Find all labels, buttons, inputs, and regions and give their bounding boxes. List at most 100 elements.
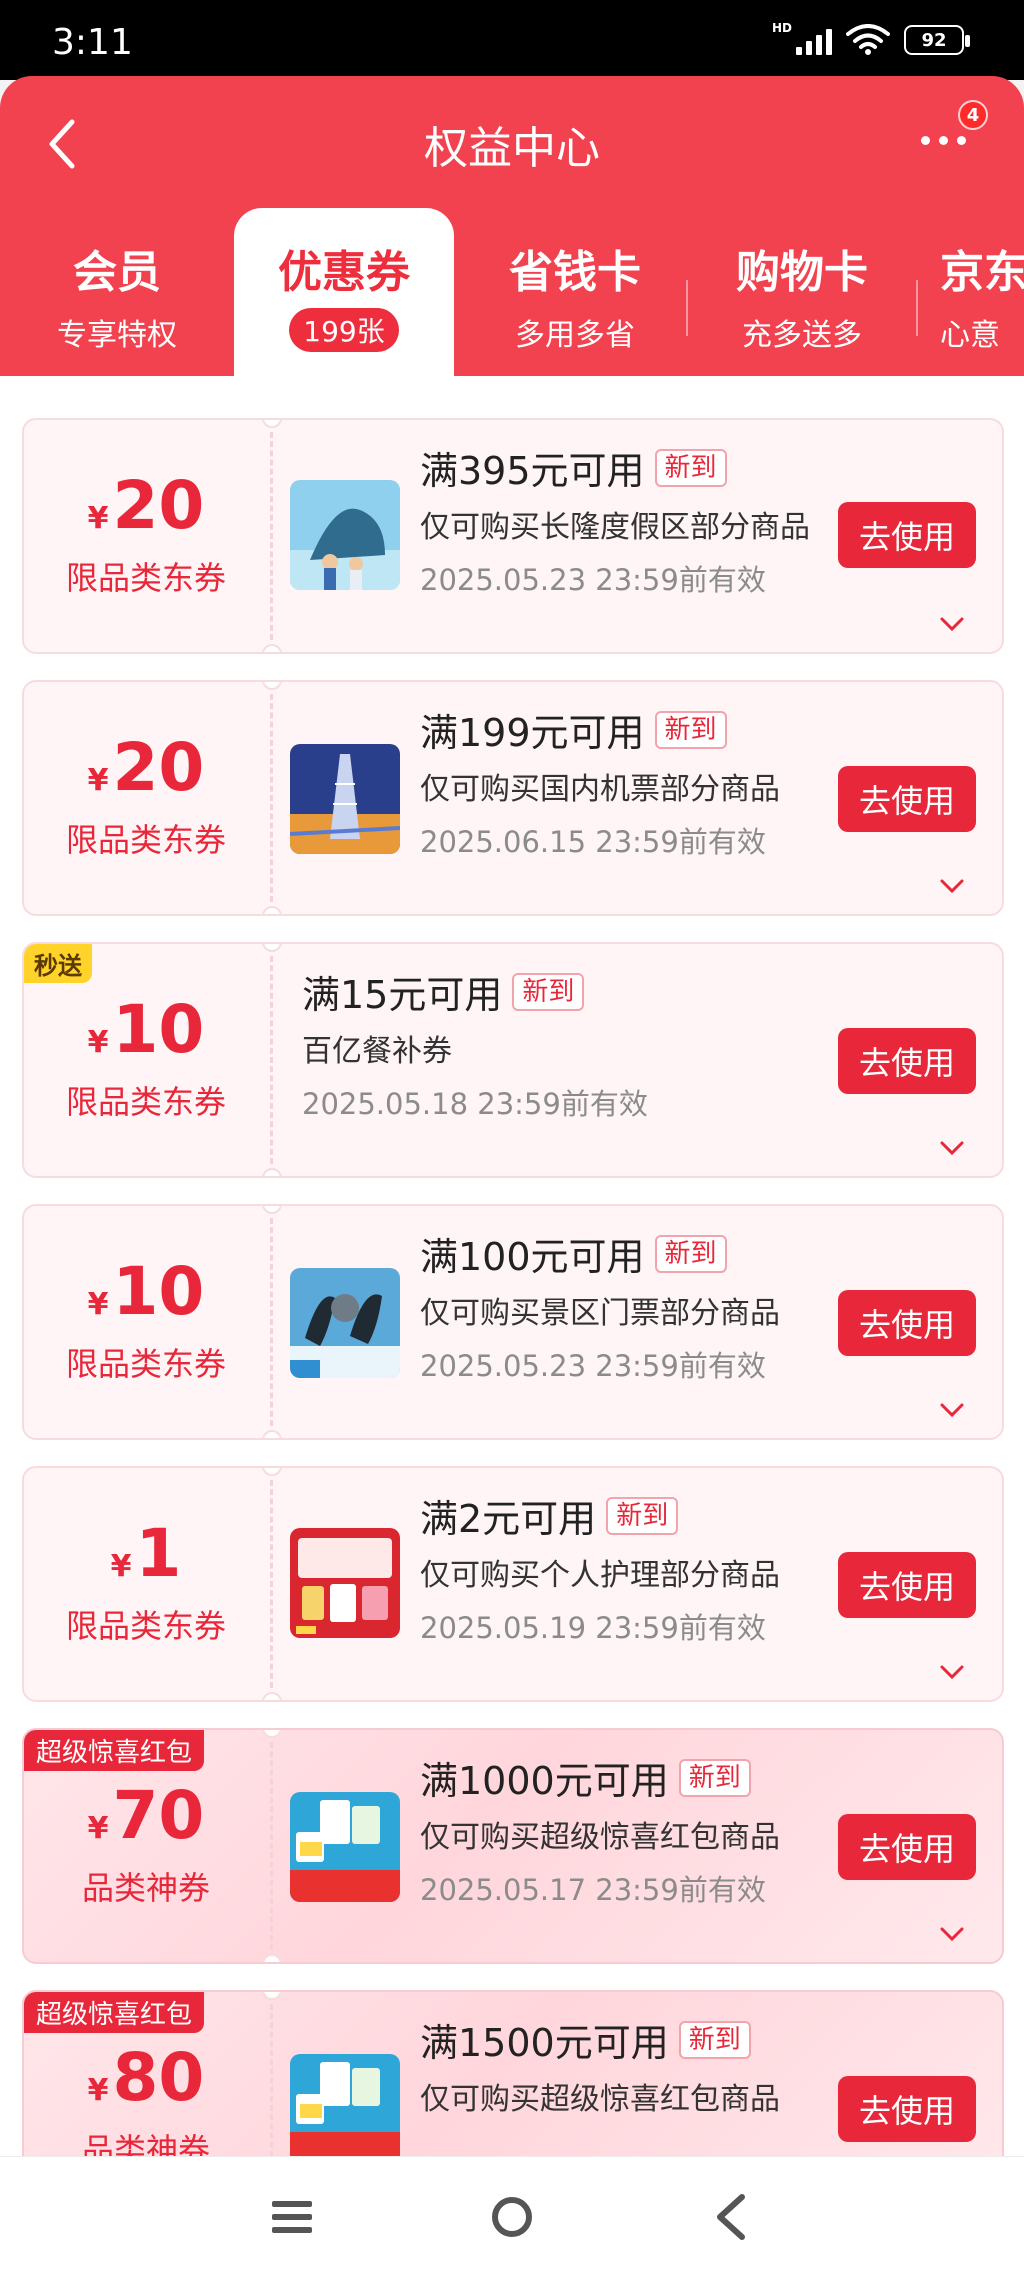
coupon-card: 秒送 ¥10 限品类东券 满15元可用 新到 百亿餐补券 2025.05.18 2… [22, 942, 1004, 1178]
coupon-description: 仅可购买长隆度假区部分商品 [420, 510, 810, 545]
home-icon[interactable] [482, 2187, 542, 2247]
tab-shopping-card[interactable]: 购物卡 充多送多 [690, 208, 914, 376]
signal-icon [796, 25, 832, 55]
coupon-value: ¥10 限品类东券 [24, 1206, 268, 1438]
coupon-card: ¥20 限品类东券 满199元可用 新到 仅可购买国内机票部分商品 2025.06… [22, 680, 1004, 916]
coupon-amount: 20 [112, 729, 205, 806]
wifi-icon [846, 24, 890, 55]
coupon-expiry: 2025.05.23 23:59前有效 [420, 563, 766, 597]
new-tag: 新到 [654, 448, 727, 487]
coupon-value: ¥20 限品类东券 [24, 420, 268, 652]
more-dot-icon [939, 136, 948, 145]
coupon-value: ¥70 品类神券 [24, 1730, 268, 1962]
tab-divider [916, 280, 918, 336]
coupon-card: ¥20 限品类东券 满395元可用 新到 仅可购买长隆度假区部分商品 2025.0… [22, 418, 1004, 654]
tab-subtitle: 充多送多 [742, 318, 862, 353]
coupon-amount: 80 [112, 2039, 205, 2116]
divider [270, 694, 273, 902]
chevron-down-icon[interactable] [938, 614, 966, 634]
ticket-notch [262, 1168, 282, 1176]
divider [270, 432, 273, 640]
coupon-expiry: 2025.05.19 23:59前有效 [420, 1611, 766, 1645]
chevron-down-icon[interactable] [938, 1924, 966, 1944]
chevron-down-icon[interactable] [938, 1400, 966, 1420]
coupon-card: ¥1 限品类东券 满2元可用 新到 仅可购买个人护理部分商品 2025.05.19… [22, 1466, 1004, 1702]
ticket-notch [262, 644, 282, 652]
tab-bar: 会员 专享特权 优惠券 199张 省钱卡 多用多省 购物卡 充多送多 京东 心意 [0, 208, 1024, 376]
currency-symbol: ¥ [87, 501, 109, 536]
coupon-value: ¥1 限品类东券 [24, 1468, 268, 1700]
more-dot-icon [957, 136, 966, 145]
divider [270, 1218, 273, 1426]
use-coupon-button[interactable]: 去使用 [838, 2076, 976, 2142]
divider [270, 1480, 273, 1688]
back-icon[interactable] [702, 2187, 762, 2247]
use-coupon-button[interactable]: 去使用 [838, 1814, 976, 1880]
tab-jd-gift[interactable]: 京东 心意 [940, 208, 1024, 376]
battery-level: 92 [921, 29, 947, 51]
tab-subtitle: 多用多省 [515, 318, 635, 353]
new-tag: 新到 [678, 2020, 751, 2059]
more-button[interactable] [921, 136, 966, 145]
coupon-description: 仅可购买个人护理部分商品 [420, 1558, 780, 1593]
currency-symbol: ¥ [110, 1549, 132, 1584]
coupon-expiry: 2025.05.18 23:59前有效 [302, 1087, 648, 1121]
coupon-amount: 1 [135, 1515, 182, 1592]
use-coupon-button[interactable]: 去使用 [838, 1028, 976, 1094]
coupon-card: 超级惊喜红包 ¥80 品类神券 满1500元可用 新到 仅可购买超级惊喜红包商品 … [22, 1990, 1004, 2156]
use-coupon-button[interactable]: 去使用 [838, 502, 976, 568]
coupon-type: 限品类东券 [65, 821, 226, 859]
coupon-info: 满199元可用 新到 仅可购买国内机票部分商品 2025.06.15 23:59前… [420, 702, 840, 861]
currency-symbol: ¥ [87, 1287, 109, 1322]
tab-title: 优惠券 [278, 247, 410, 298]
coupon-value: ¥80 品类神券 [24, 1992, 268, 2157]
coupon-count-badge: 199张 [289, 308, 399, 352]
coupon-amount: 70 [112, 1777, 205, 1854]
network-label: HD [771, 21, 792, 35]
tab-member[interactable]: 会员 专享特权 [8, 208, 226, 376]
coupon-card: 超级惊喜红包 ¥70 品类神券 满1000元可用 新到 仅可购买超级惊喜红包商品 … [22, 1728, 1004, 1964]
use-coupon-button[interactable]: 去使用 [838, 1290, 976, 1356]
more-dot-icon [921, 136, 930, 145]
divider [270, 956, 273, 1164]
status-bar: 3:11 HD 92 [0, 0, 1024, 80]
tab-title: 购物卡 [736, 247, 868, 298]
ticket-notch [262, 1954, 282, 1962]
coupon-value: ¥10 限品类东券 [24, 944, 268, 1176]
use-coupon-button[interactable]: 去使用 [838, 1552, 976, 1618]
coupon-type: 限品类东券 [65, 1607, 226, 1645]
chevron-down-icon[interactable] [938, 1138, 966, 1158]
use-coupon-button[interactable]: 去使用 [838, 766, 976, 832]
aquarium-icon [290, 1268, 400, 1378]
coupon-amount: 10 [112, 1253, 205, 1330]
menu-icon[interactable] [262, 2187, 322, 2247]
tab-subtitle: 心意 [940, 318, 1000, 353]
coupon-info: 满15元可用 新到 百亿餐补券 2025.05.18 23:59前有效 [302, 964, 722, 1123]
coupon-description: 仅可购买超级惊喜红包商品 [420, 1820, 780, 1855]
milk-promo-icon [290, 2054, 400, 2156]
coupon-condition: 满2元可用 [420, 1497, 597, 1541]
new-tag: 新到 [654, 710, 727, 749]
coupon-type: 品类神券 [81, 2131, 210, 2156]
coupon-info: 满395元可用 新到 仅可购买长隆度假区部分商品 2025.05.23 23:59… [420, 440, 840, 599]
coupon-description: 仅可购买国内机票部分商品 [420, 772, 780, 807]
tab-divider [686, 280, 688, 336]
coupon-description: 百亿餐补券 [302, 1034, 452, 1069]
divider [270, 1742, 273, 1950]
coupon-condition: 满1500元可用 [420, 2021, 669, 2065]
personal-care-icon [290, 1528, 400, 1638]
chevron-down-icon[interactable] [938, 876, 966, 896]
coupon-list[interactable]: ¥20 限品类东券 满395元可用 新到 仅可购买长隆度假区部分商品 2025.0… [0, 376, 1024, 2156]
ticket-notch [262, 906, 282, 914]
chevron-down-icon[interactable] [938, 1662, 966, 1682]
status-icons: HD 92 [771, 21, 970, 56]
coupon-type: 品类神券 [81, 1869, 210, 1907]
currency-symbol: ¥ [87, 2073, 109, 2108]
tab-savings-card[interactable]: 省钱卡 多用多省 [464, 208, 686, 376]
coupon-description: 仅可购买景区门票部分商品 [420, 1296, 780, 1331]
coupon-condition: 满1000元可用 [420, 1759, 669, 1803]
coupon-condition: 满100元可用 [420, 1235, 645, 1279]
tab-coupons[interactable]: 优惠券 199张 [234, 208, 454, 376]
coupon-expiry: 2025.05.17 23:59前有效 [420, 1873, 766, 1907]
status-time: 3:11 [52, 22, 133, 63]
